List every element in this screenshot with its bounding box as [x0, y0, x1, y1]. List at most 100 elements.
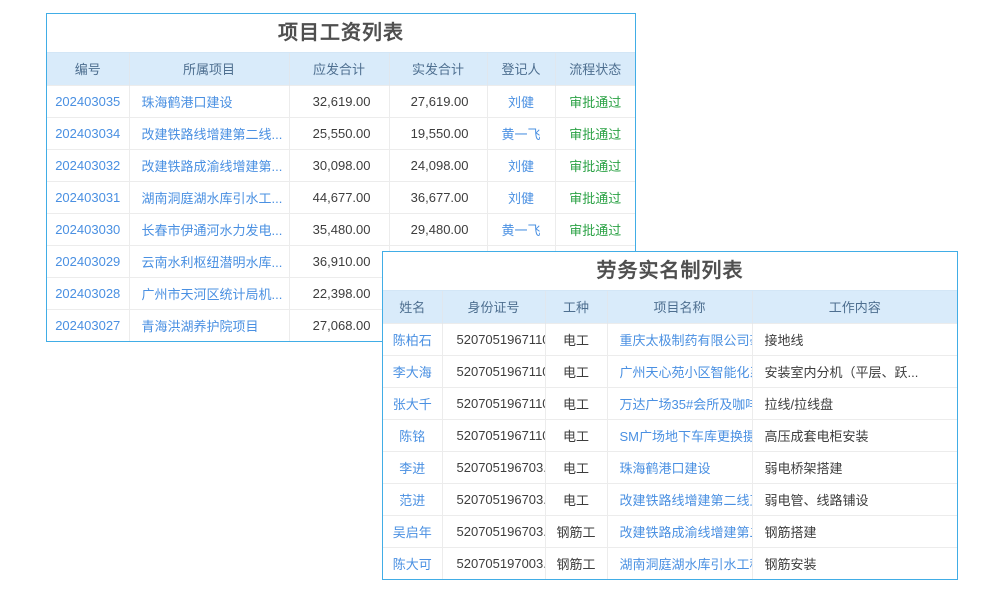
- labor-cell-job: 电工: [545, 483, 607, 515]
- payroll-cell-project-link[interactable]: 珠海鹤港口建设: [129, 85, 289, 117]
- payroll-cell-gross: 36,910.00: [289, 245, 389, 277]
- labor-cell-project-link[interactable]: 改建铁路线增建第二线直...: [607, 483, 752, 515]
- labor-cell-id-no: 520705196703...: [442, 451, 545, 483]
- payroll-cell-id-link[interactable]: 202403029: [47, 245, 129, 277]
- labor-row: 吴启年 520705196703... 钢筋工 改建铁路成渝线增建第二... 钢…: [383, 515, 957, 547]
- payroll-cell-id-link[interactable]: 202403027: [47, 309, 129, 341]
- labor-cell-job: 电工: [545, 419, 607, 451]
- labor-cell-work: 安装室内分机（平层、跃...: [752, 355, 957, 387]
- payroll-cell-id-link[interactable]: 202403030: [47, 213, 129, 245]
- payroll-cell-id-link[interactable]: 202403031: [47, 181, 129, 213]
- labor-cell-project-link[interactable]: 湖南洞庭湖水库引水工程...: [607, 547, 752, 579]
- labor-cell-work: 拉线/拉线盘: [752, 387, 957, 419]
- payroll-cell-net: 36,677.00: [389, 181, 487, 213]
- labor-cell-project-link[interactable]: SM广场地下车库更换摄...: [607, 419, 752, 451]
- payroll-col-registrant: 登记人: [487, 53, 555, 85]
- labor-row: 陈铭 5207051967110... 电工 SM广场地下车库更换摄... 高压…: [383, 419, 957, 451]
- labor-cell-name-link[interactable]: 李进: [383, 451, 442, 483]
- payroll-cell-project-link[interactable]: 湖南洞庭湖水库引水工...: [129, 181, 289, 213]
- payroll-cell-gross: 25,550.00: [289, 117, 389, 149]
- labor-col-project: 项目名称: [607, 291, 752, 323]
- labor-cell-id-no: 5207051967110...: [442, 323, 545, 355]
- payroll-cell-id-link[interactable]: 202403028: [47, 277, 129, 309]
- labor-cell-id-no: 5207051967110...: [442, 355, 545, 387]
- labor-cell-id-no: 520705196703...: [442, 515, 545, 547]
- payroll-cell-net: 19,550.00: [389, 117, 487, 149]
- payroll-cell-gross: 32,619.00: [289, 85, 389, 117]
- payroll-col-gross: 应发合计: [289, 53, 389, 85]
- payroll-cell-id-link[interactable]: 202403035: [47, 85, 129, 117]
- labor-header-row: 姓名 身份证号 工种 项目名称 工作内容: [383, 291, 957, 323]
- labor-cell-name-link[interactable]: 陈柏石: [383, 323, 442, 355]
- payroll-cell-registrant-link[interactable]: 刘健: [487, 149, 555, 181]
- labor-col-name: 姓名: [383, 291, 442, 323]
- payroll-col-project: 所属项目: [129, 53, 289, 85]
- payroll-cell-status: 审批通过: [555, 149, 635, 181]
- labor-row: 陈大可 520705197003... 钢筋工 湖南洞庭湖水库引水工程... 钢…: [383, 547, 957, 579]
- labor-cell-project-link[interactable]: 万达广场35#会所及咖啡...: [607, 387, 752, 419]
- payroll-cell-status: 审批通过: [555, 117, 635, 149]
- labor-row: 范进 520705196703... 电工 改建铁路线增建第二线直... 弱电管…: [383, 483, 957, 515]
- labor-cell-name-link[interactable]: 范进: [383, 483, 442, 515]
- labor-cell-job: 电工: [545, 323, 607, 355]
- payroll-panel-title: 项目工资列表: [47, 14, 635, 53]
- labor-cell-work: 钢筋搭建: [752, 515, 957, 547]
- payroll-cell-status: 审批通过: [555, 181, 635, 213]
- payroll-cell-net: 24,098.00: [389, 149, 487, 181]
- labor-cell-job: 电工: [545, 387, 607, 419]
- labor-col-id-no: 身份证号: [442, 291, 545, 323]
- labor-cell-job: 电工: [545, 451, 607, 483]
- payroll-cell-gross: 22,398.00: [289, 277, 389, 309]
- payroll-cell-gross: 30,098.00: [289, 149, 389, 181]
- payroll-cell-gross: 44,677.00: [289, 181, 389, 213]
- payroll-col-net: 实发合计: [389, 53, 487, 85]
- payroll-col-id: 编号: [47, 53, 129, 85]
- labor-cell-name-link[interactable]: 张大千: [383, 387, 442, 419]
- payroll-cell-project-link[interactable]: 云南水利枢纽潜明水库...: [129, 245, 289, 277]
- payroll-cell-registrant-link[interactable]: 刘健: [487, 85, 555, 117]
- labor-panel: 劳务实名制列表 姓名 身份证号 工种 项目名称 工作内容 陈柏石 5207051…: [382, 251, 958, 580]
- payroll-cell-gross: 27,068.00: [289, 309, 389, 341]
- labor-cell-work: 高压成套电柜安装: [752, 419, 957, 451]
- labor-cell-project-link[interactable]: 珠海鹤港口建设: [607, 451, 752, 483]
- labor-cell-id-no: 520705196703...: [442, 483, 545, 515]
- labor-cell-id-no: 5207051967110...: [442, 419, 545, 451]
- payroll-cell-id-link[interactable]: 202403032: [47, 149, 129, 181]
- payroll-cell-net: 27,619.00: [389, 85, 487, 117]
- payroll-col-status: 流程状态: [555, 53, 635, 85]
- payroll-cell-project-link[interactable]: 长春市伊通河水力发电...: [129, 213, 289, 245]
- payroll-cell-registrant-link[interactable]: 黄一飞: [487, 117, 555, 149]
- labor-cell-work: 接地线: [752, 323, 957, 355]
- payroll-row: 202403032 改建铁路成渝线增建第... 30,098.00 24,098…: [47, 149, 635, 181]
- labor-cell-job: 钢筋工: [545, 547, 607, 579]
- payroll-cell-id-link[interactable]: 202403034: [47, 117, 129, 149]
- labor-cell-name-link[interactable]: 陈铭: [383, 419, 442, 451]
- payroll-cell-registrant-link[interactable]: 刘健: [487, 181, 555, 213]
- payroll-cell-net: 29,480.00: [389, 213, 487, 245]
- payroll-cell-status: 审批通过: [555, 85, 635, 117]
- labor-cell-id-no: 520705197003...: [442, 547, 545, 579]
- payroll-cell-project-link[interactable]: 广州市天河区统计局机...: [129, 277, 289, 309]
- payroll-cell-gross: 35,480.00: [289, 213, 389, 245]
- labor-cell-name-link[interactable]: 李大海: [383, 355, 442, 387]
- labor-cell-work: 弱电桥架搭建: [752, 451, 957, 483]
- labor-table: 姓名 身份证号 工种 项目名称 工作内容 陈柏石 5207051967110..…: [383, 291, 957, 579]
- payroll-row: 202403035 珠海鹤港口建设 32,619.00 27,619.00 刘健…: [47, 85, 635, 117]
- payroll-cell-project-link[interactable]: 改建铁路线增建第二线...: [129, 117, 289, 149]
- labor-cell-project-link[interactable]: 改建铁路成渝线增建第二...: [607, 515, 752, 547]
- labor-cell-project-link[interactable]: 广州天心苑小区智能化系...: [607, 355, 752, 387]
- labor-cell-name-link[interactable]: 吴启年: [383, 515, 442, 547]
- labor-cell-name-link[interactable]: 陈大可: [383, 547, 442, 579]
- payroll-row: 202403030 长春市伊通河水力发电... 35,480.00 29,480…: [47, 213, 635, 245]
- labor-cell-project-link[interactable]: 重庆太极制药有限公司毫...: [607, 323, 752, 355]
- payroll-cell-project-link[interactable]: 改建铁路成渝线增建第...: [129, 149, 289, 181]
- payroll-cell-project-link[interactable]: 青海洪湖养护院项目: [129, 309, 289, 341]
- labor-panel-title: 劳务实名制列表: [383, 252, 957, 291]
- labor-cell-job: 电工: [545, 355, 607, 387]
- labor-cell-id-no: 5207051967110...: [442, 387, 545, 419]
- payroll-cell-registrant-link[interactable]: 黄一飞: [487, 213, 555, 245]
- payroll-cell-status: 审批通过: [555, 213, 635, 245]
- payroll-row: 202403034 改建铁路线增建第二线... 25,550.00 19,550…: [47, 117, 635, 149]
- payroll-row: 202403031 湖南洞庭湖水库引水工... 44,677.00 36,677…: [47, 181, 635, 213]
- labor-row: 张大千 5207051967110... 电工 万达广场35#会所及咖啡... …: [383, 387, 957, 419]
